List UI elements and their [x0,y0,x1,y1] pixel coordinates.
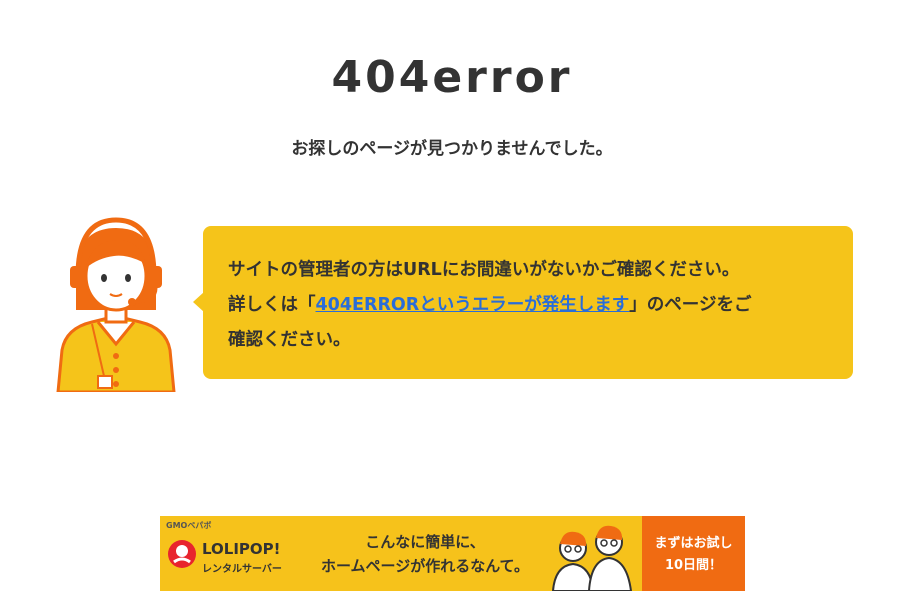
banner-copy: こんなに簡単に、 ホームページが作れるなんて。 [295,530,555,578]
banner-copy-line-1: こんなに簡単に、 [365,533,485,551]
lolipop-logo: LOLIPOP! レンタルサーバー [166,536,286,586]
banner-people-illustration [543,520,638,591]
message-line-2-prefix: 詳しくは「 [228,295,316,315]
lolipop-logo-icon [168,540,196,568]
cta-line-2: 10日間！ [664,558,723,573]
message-line-3: 確認ください。 [228,330,351,350]
brand-name: LOLIPOP! [202,540,281,558]
lolipop-ad-banner[interactable]: GMOペパボ LOLIPOP! レンタルサーバー こんなに簡単に、 ホームページ… [160,516,745,591]
page-title: 404error [331,52,573,103]
page-subtitle: お探しのページが見つかりませんでした。 [291,139,613,159]
banner-copy-line-2: ホームページが作れるなんて。 [320,557,530,575]
cta-line-1: まずはお試し [654,536,733,551]
brand-sub: レンタルサーバー [202,564,282,575]
company-logo: GMOペパボ [166,521,212,530]
support-operator-icon [48,210,184,394]
message-line-2-suffix: 」のページをご [629,295,752,315]
message-line-1: サイトの管理者の方はURLにお間違いがないかご確認ください。 [228,260,740,280]
message-bubble: サイトの管理者の方はURLにお間違いがないかご確認ください。 詳しくは「404E… [193,226,853,379]
trial-cta[interactable]: まずはお試し 10日間！ [642,516,745,591]
error-help-link[interactable]: 404ERRORというエラーが発生します [316,295,630,315]
